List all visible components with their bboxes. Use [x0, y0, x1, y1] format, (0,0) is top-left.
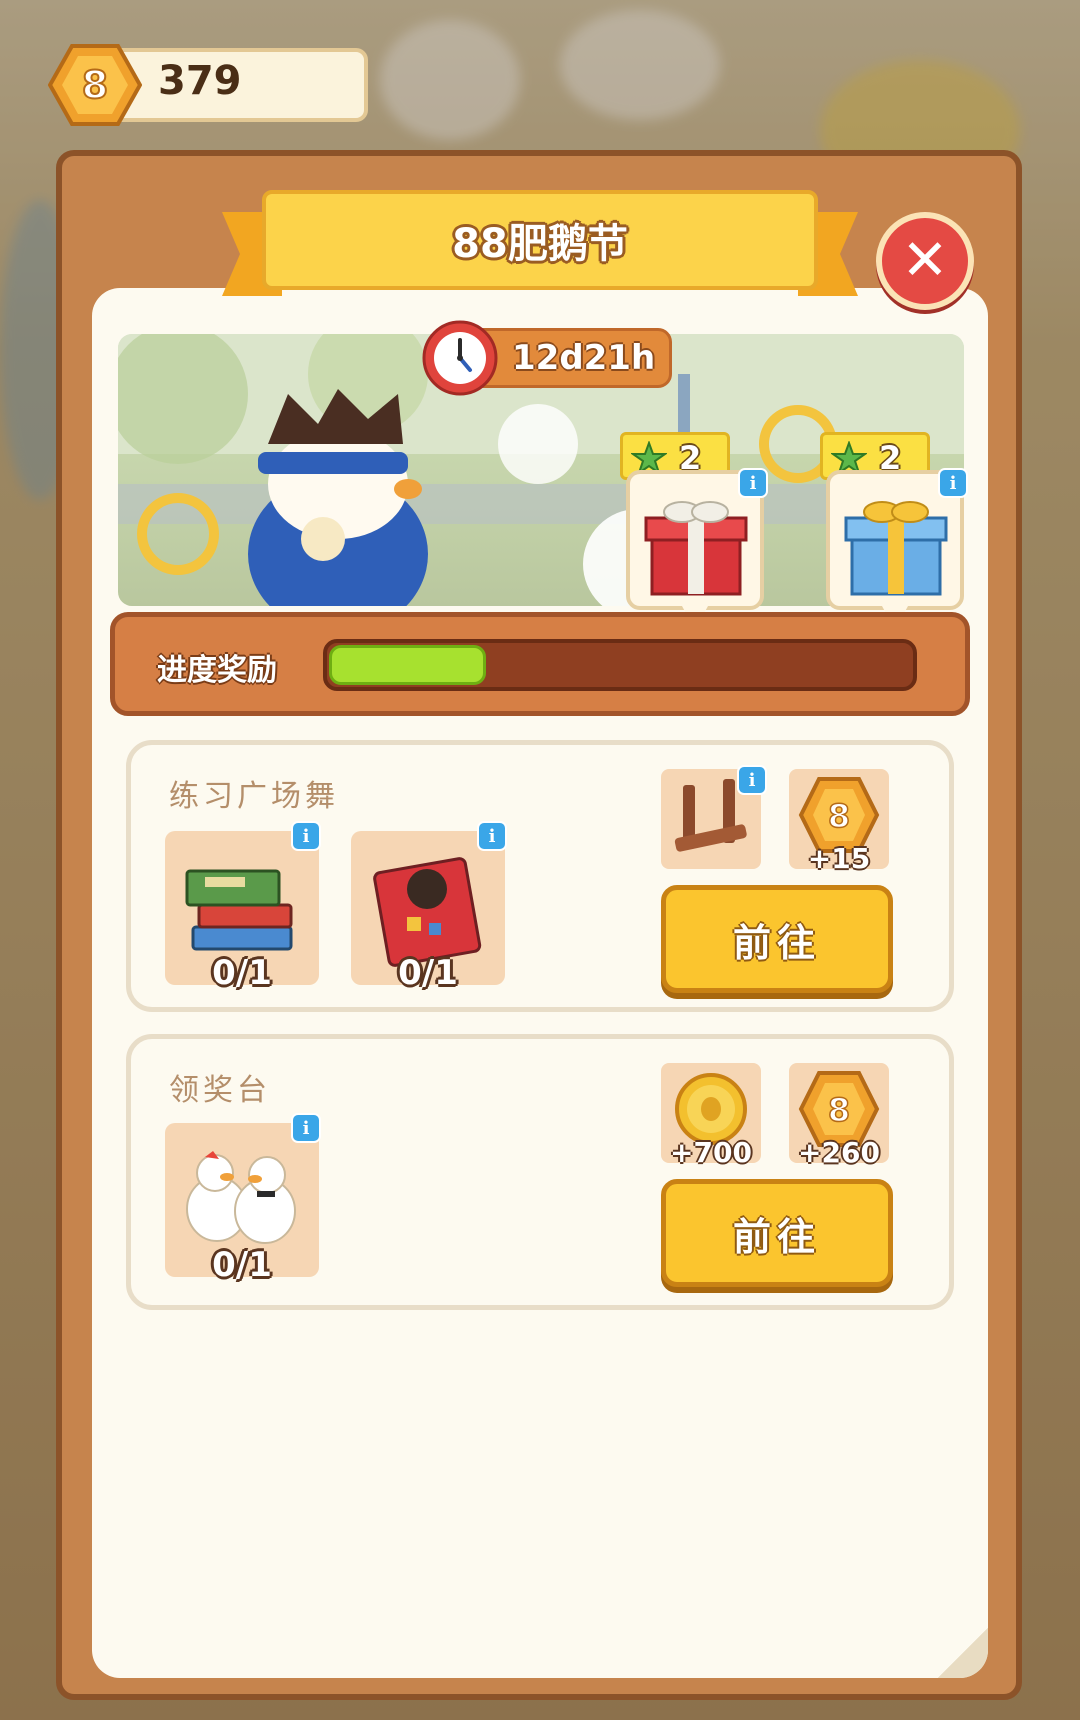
- red-book-icon: [373, 857, 482, 967]
- svg-text:8: 8: [828, 1091, 850, 1129]
- go-button-label: 前往: [732, 920, 821, 965]
- reward-slot[interactable]: 8 +260: [789, 1063, 889, 1169]
- reward-slot[interactable]: +700: [661, 1063, 761, 1169]
- info-button[interactable]: i: [738, 468, 768, 498]
- progress-reward-bar: 进度奖励: [110, 612, 970, 716]
- info-button[interactable]: i: [291, 821, 321, 851]
- currency-display[interactable]: 8 379: [48, 42, 368, 128]
- reward-amount: +260: [798, 1136, 880, 1169]
- book-stack-icon: [185, 869, 293, 951]
- svg-text:8: 8: [82, 63, 108, 107]
- info-button[interactable]: i: [291, 1113, 321, 1143]
- milestone-reward-2[interactable]: 2 i: [820, 432, 968, 632]
- go-button[interactable]: 前往: [661, 885, 893, 993]
- goose-pair-icon: [186, 1151, 296, 1244]
- event-title: 88肥鹅节: [452, 221, 628, 267]
- task-name: 领奖台: [169, 1073, 271, 1108]
- clock-icon: [422, 320, 498, 396]
- info-icon: i: [748, 769, 756, 791]
- requirement-slot[interactable]: 0/1 i: [351, 821, 507, 993]
- event-timer: 12d21h: [420, 318, 672, 398]
- requirement-count: 0/1: [212, 953, 272, 993]
- requirement-slot[interactable]: 0/1 i: [165, 1113, 321, 1285]
- task-card-square-dance: 练习广场舞 0/1 i 0/1 i i 8 +15 前往: [126, 740, 954, 1012]
- requirement-slot[interactable]: 0/1 i: [165, 821, 321, 993]
- info-button[interactable]: i: [477, 821, 507, 851]
- info-button[interactable]: i: [938, 468, 968, 498]
- hex-coin-icon: 8: [48, 44, 142, 126]
- reward-slot[interactable]: 8 +15: [789, 769, 889, 875]
- title-banner: 88肥鹅节: [222, 190, 858, 302]
- time-left: 12d21h: [512, 338, 656, 378]
- currency-amount: 379: [158, 58, 242, 104]
- close-button[interactable]: ✕: [876, 212, 974, 310]
- task-card-podium: 领奖台 0/1 i +700 8 +260 前往: [126, 1034, 954, 1310]
- info-icon: i: [302, 1117, 310, 1139]
- info-icon: i: [949, 472, 957, 494]
- progress-fill: [329, 645, 486, 685]
- requirement-count: 0/1: [212, 1245, 272, 1285]
- info-icon: i: [302, 825, 310, 847]
- svg-text:8: 8: [828, 797, 850, 835]
- progress-track: [323, 639, 917, 691]
- banner-face: 88肥鹅节: [262, 190, 818, 290]
- milestone-reward-1[interactable]: 2 i: [620, 432, 768, 632]
- reward-amount: +15: [807, 842, 871, 875]
- close-icon: ✕: [901, 228, 949, 293]
- go-button-label: 前往: [732, 1214, 821, 1259]
- info-icon: i: [488, 825, 496, 847]
- requirement-count: 0/1: [398, 953, 458, 993]
- reward-slot[interactable]: i: [661, 765, 767, 869]
- task-name: 练习广场舞: [169, 779, 339, 814]
- progress-label: 进度奖励: [157, 653, 277, 688]
- info-button[interactable]: i: [737, 765, 767, 795]
- info-icon: i: [749, 472, 757, 494]
- reward-amount: +700: [670, 1136, 752, 1169]
- go-button[interactable]: 前往: [661, 1179, 893, 1287]
